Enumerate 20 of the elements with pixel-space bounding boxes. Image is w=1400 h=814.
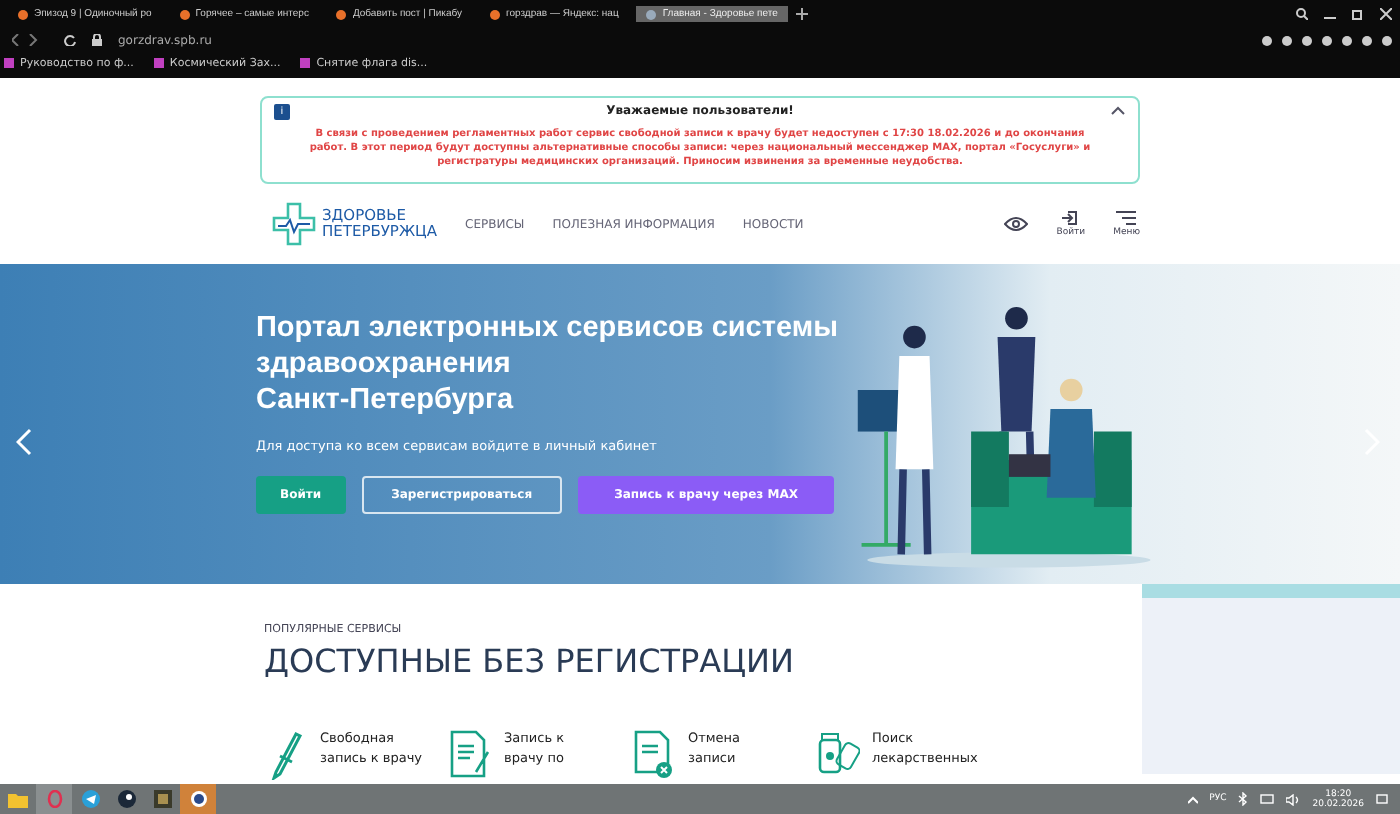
new-tab-icon[interactable] — [795, 8, 808, 20]
bluetooth-icon[interactable] — [1238, 792, 1249, 806]
monitor-icon[interactable] — [1260, 793, 1275, 805]
notification-icon[interactable] — [1376, 793, 1388, 805]
menu-icon — [1116, 210, 1137, 226]
hero-title: Портал электронных сервисов системы здравоохранения Санкт-Петербурга — [256, 310, 838, 418]
lock-icon — [92, 34, 102, 46]
document-cancel-icon — [632, 728, 676, 780]
close-icon[interactable] — [1380, 8, 1392, 20]
login-icon — [1062, 210, 1079, 226]
section-heading: ДОСТУПНЫЕ БЕЗ РЕГИСТРАЦИИ — [264, 642, 796, 680]
app-icon[interactable] — [180, 784, 216, 814]
search-icon[interactable] — [1296, 8, 1308, 20]
chevron-icon[interactable] — [1110, 104, 1126, 116]
logo-cross-icon[interactable] — [272, 202, 316, 246]
document-pen-icon — [448, 728, 492, 780]
restore-icon[interactable] — [1352, 8, 1364, 20]
speaker-icon[interactable] — [1286, 793, 1301, 805]
reload-icon[interactable] — [64, 34, 76, 46]
eye-icon[interactable] — [1004, 216, 1029, 232]
